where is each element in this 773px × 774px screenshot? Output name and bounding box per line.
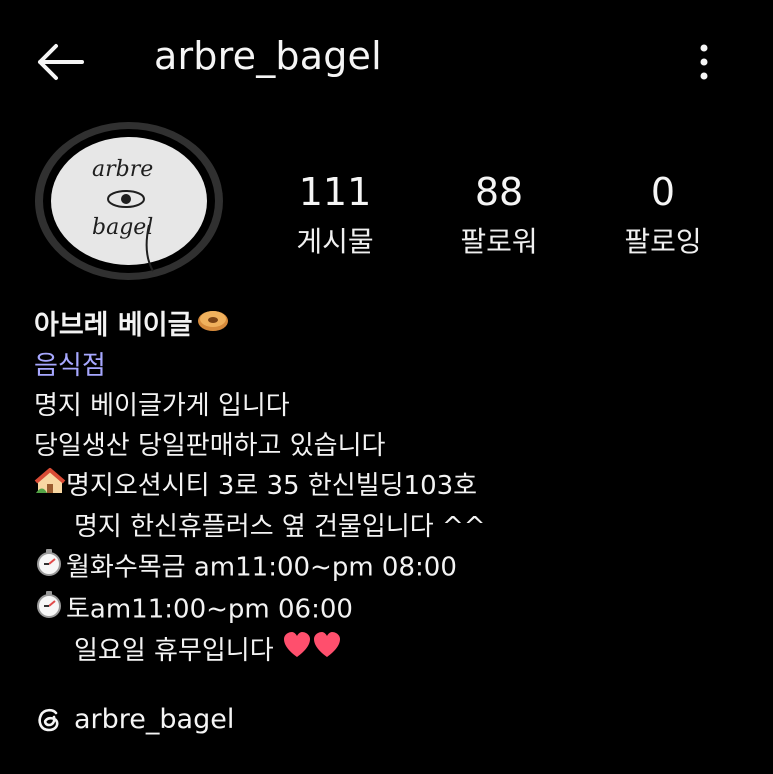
threads-handle: arbre_bagel (74, 704, 235, 735)
stopwatch-icon (34, 589, 66, 631)
heart-icon (312, 631, 342, 671)
followers-count: 88 (474, 170, 524, 214)
arrow-left-icon (38, 44, 84, 80)
following-label: 팔로잉 (624, 225, 702, 258)
hours-line: 토am11:00~pm 06:00 (34, 589, 754, 631)
threads-icon (38, 708, 59, 731)
vertical-dots-icon (700, 44, 708, 80)
threads-link[interactable]: arbre_bagel (34, 704, 234, 735)
avatar-text-bottom: bagel (92, 215, 153, 240)
following-stat[interactable]: 0 팔로잉 (593, 170, 733, 262)
avatar-text-top: arbre (92, 157, 153, 182)
more-options-button[interactable] (690, 40, 718, 84)
address-text: 명지오션시티 3로 35 한신빌딩103호 (66, 471, 478, 501)
category-link[interactable]: 음식점 (34, 346, 754, 386)
closed-day-line: 일요일 휴무입니다 (34, 631, 754, 672)
posts-stat[interactable]: 111 게시물 (265, 170, 405, 262)
display-name: 아브레 베이글 (34, 310, 193, 341)
avatar[interactable]: arbre bagel (34, 121, 224, 281)
followers-label: 팔로워 (460, 225, 538, 258)
house-icon (34, 467, 66, 507)
closed-day-text: 일요일 휴무입니다 (74, 635, 274, 666)
posts-count: 111 (298, 170, 372, 214)
hours-saturday: 토am11:00~pm 06:00 (66, 594, 353, 624)
bio-line: 명지 한신휴플러스 옆 건물입니다 ^^ (74, 511, 486, 542)
top-bar: arbre_bagel (0, 0, 773, 120)
bio-line: 명지 베이글가게 입니다 (34, 391, 290, 421)
profile-bio: 아브레 베이글 음식점 명지 베이글가게 입니다 당일생산 당일판매하고 있습니… (34, 306, 754, 671)
bio-line: 당일생산 당일판매하고 있습니다 (34, 431, 386, 461)
hours-line: 월화수목금 am11:00~pm 08:00 (34, 547, 754, 589)
stopwatch-icon (34, 547, 66, 589)
profile-picture: arbre bagel (35, 122, 223, 280)
bagel-icon (196, 306, 230, 346)
display-name-row: 아브레 베이글 (34, 306, 754, 346)
followers-stat[interactable]: 88 팔로워 (429, 170, 569, 262)
back-button[interactable] (34, 40, 86, 84)
address-line: 명지오션시티 3로 35 한신빌딩103호 (34, 466, 754, 507)
posts-label: 게시물 (296, 225, 374, 258)
heart-icon (282, 631, 312, 671)
hours-weekday: 월화수목금 am11:00~pm 08:00 (66, 552, 457, 582)
profile-username: arbre_bagel (154, 34, 382, 78)
following-count: 0 (650, 170, 676, 214)
